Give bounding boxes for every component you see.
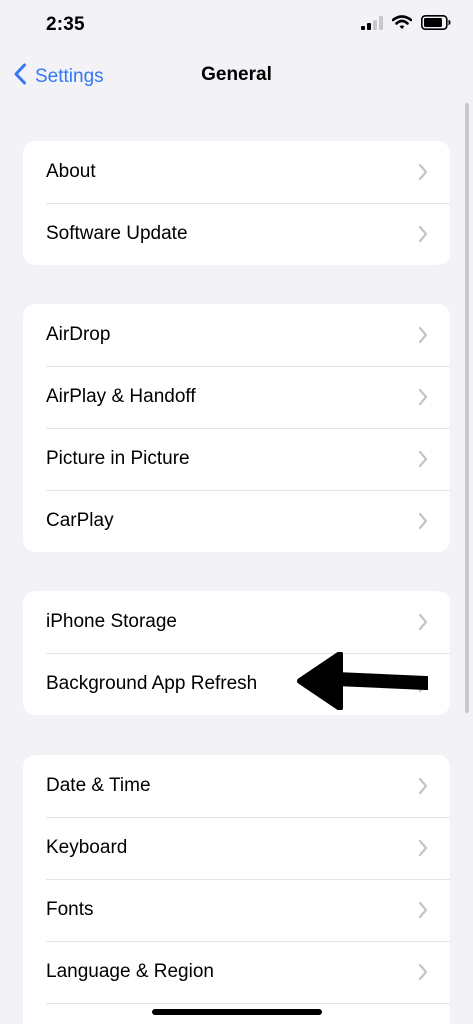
row-airdrop[interactable]: AirDrop: [23, 304, 450, 366]
status-icons: [361, 15, 451, 35]
row-label: iPhone Storage: [46, 611, 177, 632]
row-keyboard[interactable]: Keyboard: [23, 817, 450, 879]
row-label: Background App Refresh: [46, 673, 258, 694]
home-indicator: [152, 1009, 322, 1015]
cellular-signal-icon: [361, 15, 383, 35]
chevron-right-icon: [418, 839, 428, 857]
arrow-left-icon: [297, 652, 428, 710]
row-label: About: [46, 161, 96, 182]
chevron-right-icon: [418, 613, 428, 631]
chevron-right-icon: [418, 450, 428, 468]
settings-group-connectivity: AirDrop AirPlay & Handoff Picture in Pic…: [23, 304, 450, 552]
row-label: Software Update: [46, 223, 188, 244]
chevron-right-icon: [418, 777, 428, 795]
row-carplay[interactable]: CarPlay: [23, 490, 450, 552]
chevron-right-icon: [418, 963, 428, 981]
row-label: Date & Time: [46, 775, 151, 796]
chevron-right-icon: [418, 901, 428, 919]
chevron-right-icon: [418, 225, 428, 243]
row-date-time[interactable]: Date & Time: [23, 755, 450, 817]
row-iphone-storage[interactable]: iPhone Storage: [23, 591, 450, 653]
chevron-right-icon: [418, 512, 428, 530]
chevron-right-icon: [418, 388, 428, 406]
chevron-right-icon: [418, 326, 428, 344]
status-time: 2:35: [46, 14, 85, 35]
settings-group-locale: Date & Time Keyboard Fonts Language & Re…: [23, 755, 450, 1024]
row-label: AirPlay & Handoff: [46, 386, 196, 407]
row-software-update[interactable]: Software Update: [23, 203, 450, 265]
row-label: Fonts: [46, 899, 94, 920]
row-picture-in-picture[interactable]: Picture in Picture: [23, 428, 450, 490]
wifi-icon: [391, 15, 413, 35]
row-label: Picture in Picture: [46, 448, 190, 469]
row-about[interactable]: About: [23, 141, 450, 203]
row-label: Language & Region: [46, 961, 214, 982]
status-bar: 2:35: [0, 0, 473, 52]
row-fonts[interactable]: Fonts: [23, 879, 450, 941]
chevron-right-icon: [418, 163, 428, 181]
row-label: CarPlay: [46, 510, 114, 531]
nav-bar: Settings General: [0, 52, 473, 100]
settings-group-info: About Software Update: [23, 141, 450, 265]
row-label: AirDrop: [46, 324, 111, 345]
row-airplay-handoff[interactable]: AirPlay & Handoff: [23, 366, 450, 428]
row-language-region[interactable]: Language & Region: [23, 941, 450, 1003]
page-title: General: [201, 64, 272, 85]
battery-icon: [421, 15, 451, 35]
scroll-indicator[interactable]: [465, 103, 469, 713]
row-label: Keyboard: [46, 837, 128, 858]
